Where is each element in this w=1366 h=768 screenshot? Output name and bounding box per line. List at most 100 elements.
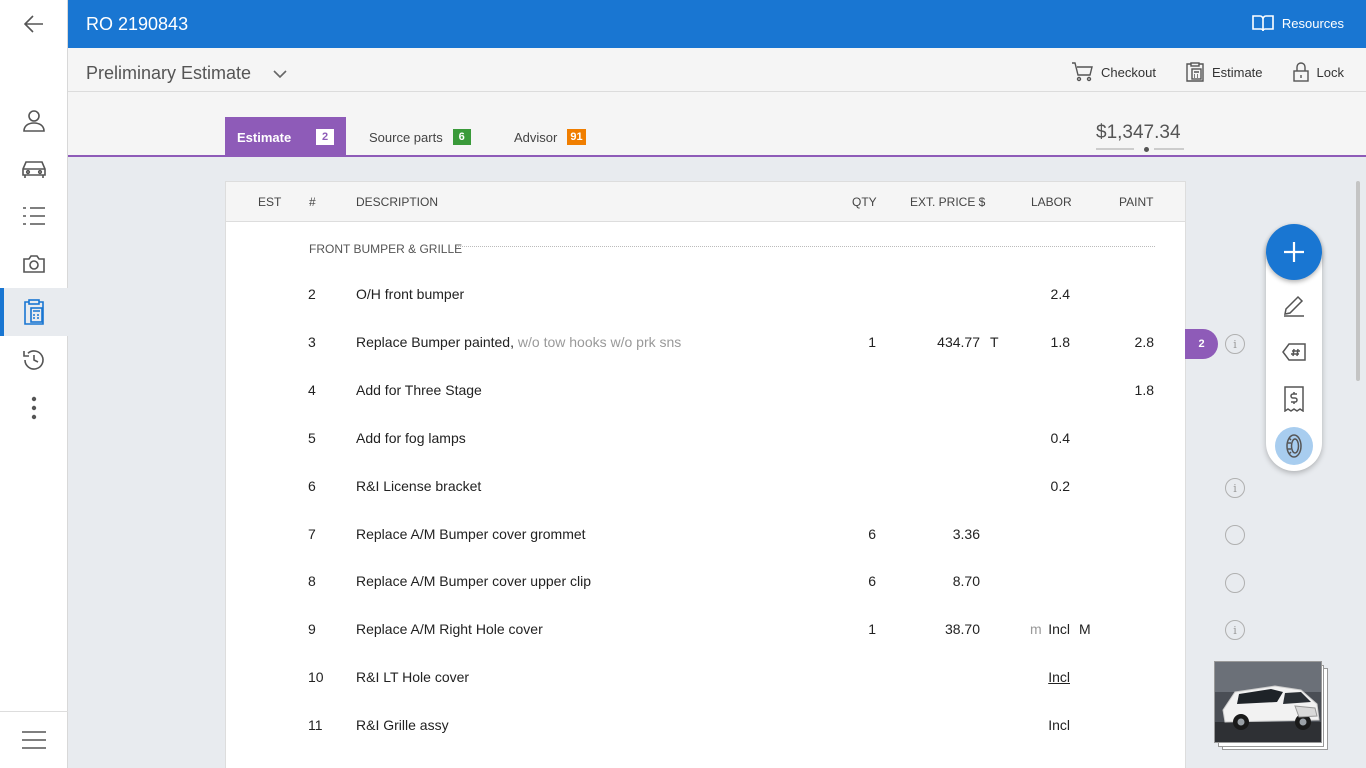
menu-button[interactable]: [0, 716, 68, 764]
select-circle-icon[interactable]: [1225, 525, 1245, 545]
table-row[interactable]: 2 2.4 O/H front bumper: [226, 278, 1185, 326]
pager-segment: [1154, 148, 1184, 150]
line-labor: Incl: [1048, 621, 1070, 637]
resources-label: Resources: [1281, 15, 1344, 31]
line-description: Add for Three Stage: [356, 382, 482, 398]
col-labor[interactable]: LABOR: [1031, 195, 1072, 209]
line-labor: Incl: [1048, 669, 1070, 685]
tab-label: Estimate: [237, 129, 292, 145]
col-num[interactable]: #: [309, 195, 316, 209]
table-row[interactable]: 9 1 38.70 m Incl M Replace A/M Right Hole cove…: [226, 613, 1185, 661]
sidebar-item-estimate[interactable]: [0, 288, 68, 336]
car-icon: [22, 161, 46, 178]
chevron-down-icon: [273, 70, 287, 79]
line-description: O/H front bumper: [356, 286, 464, 302]
line-number: 7: [308, 526, 316, 542]
line-description-main: R&I License bracket: [356, 478, 482, 494]
tab-source-parts[interactable]: Source parts 6: [357, 117, 483, 157]
line-description-main: Add for Three Stage: [356, 382, 482, 398]
col-description[interactable]: DESCRIPTION: [356, 195, 438, 209]
tab-advisor[interactable]: Advisor 91: [502, 117, 598, 157]
line-labor: 0.2: [1050, 478, 1070, 494]
line-description-main: Replace A/M Right Hole cover: [356, 621, 543, 637]
vehicle-photo[interactable]: [1214, 661, 1322, 743]
tab-label: Source parts: [369, 129, 443, 145]
sidebar-more-button[interactable]: [0, 384, 68, 432]
lock-button[interactable]: Lock: [1292, 62, 1344, 82]
line-qty: 6: [868, 526, 876, 542]
tire-button[interactable]: [1275, 427, 1313, 465]
table-row[interactable]: 8 6 8.70 Replace A/M Bumper cover upper cli…: [226, 565, 1185, 613]
line-labor: 1.8: [1050, 334, 1070, 350]
sidebar-item-vehicle[interactable]: [0, 144, 68, 192]
sidebar-item-history[interactable]: [0, 336, 68, 384]
pager-segment: [1096, 148, 1134, 150]
back-arrow-icon: [23, 15, 43, 33]
menu-icon: [22, 731, 46, 749]
line-description: Add for fog lamps: [356, 430, 466, 446]
line-paint: 1.8: [1134, 382, 1154, 398]
add-line-button[interactable]: [1266, 224, 1322, 280]
row-badge[interactable]: 2: [1185, 329, 1218, 359]
table-row[interactable]: 5 0.4 Add for fog lamps: [226, 422, 1185, 470]
checkout-button[interactable]: Checkout: [1071, 62, 1156, 82]
resources-button[interactable]: Resources: [1252, 14, 1344, 32]
info-icon[interactable]: i: [1225, 334, 1245, 354]
total-pager[interactable]: [1096, 147, 1184, 152]
sidebar: [0, 0, 68, 768]
back-button[interactable]: [0, 0, 68, 48]
list-icon: [23, 207, 45, 225]
line-labor: 2.4: [1050, 286, 1070, 302]
user-icon: [23, 110, 45, 132]
part-number-button[interactable]: [1275, 333, 1313, 371]
table-row[interactable]: 3 1 434.77 T 1.8 2.8 Replace Bumper painted, w…: [226, 326, 1185, 374]
line-description-main: Replace A/M Bumper cover grommet: [356, 526, 586, 542]
estimate-selector-label[interactable]: Preliminary Estimate: [86, 63, 251, 84]
section-divider: [456, 246, 1155, 247]
scrollbar[interactable]: [1356, 181, 1360, 381]
page-title: RO 2190843: [86, 14, 189, 34]
sidebar-item-photos[interactable]: [0, 240, 68, 288]
tab-estimate[interactable]: Estimate 2: [225, 117, 346, 157]
price-button[interactable]: [1275, 380, 1313, 418]
vehicle-photo-image: [1215, 662, 1321, 742]
clipboard-calculator-icon: [1186, 62, 1204, 82]
estimate-button[interactable]: Estimate: [1186, 62, 1263, 82]
estimate-selector-dropdown[interactable]: [273, 66, 287, 84]
line-description: Replace A/M Bumper cover upper clip: [356, 573, 591, 589]
line-ext-price: 434.77: [937, 334, 980, 350]
col-ext-price[interactable]: EXT. PRICE $: [910, 195, 985, 209]
line-labor: 0.4: [1050, 430, 1070, 446]
line-description: R&I LT Hole cover: [356, 669, 469, 685]
line-number: 3: [308, 334, 316, 350]
table-row[interactable]: 11 Incl R&I Grille assy: [226, 709, 1185, 757]
sidebar-item-customer[interactable]: [0, 96, 68, 144]
line-ext-price: 38.70: [944, 621, 980, 637]
info-icon[interactable]: i: [1225, 620, 1245, 640]
info-icon[interactable]: i: [1225, 478, 1245, 498]
sidebar-item-list[interactable]: [0, 192, 68, 240]
table-row[interactable]: 4 1.8 Add for Three Stage: [226, 374, 1185, 422]
line-paint: 2.8: [1134, 334, 1154, 350]
estimate-total: $1,347.34: [1096, 122, 1181, 143]
col-qty[interactable]: QTY: [852, 195, 877, 209]
tabs-bar: Estimate 2 Source parts 6 Advisor 91 $1,…: [68, 92, 1366, 157]
sidebar-divider: [0, 711, 68, 712]
table-row[interactable]: 7 6 3.36 Replace A/M Bumper cover grommet: [226, 518, 1185, 566]
table-row[interactable]: 10 Incl R&I LT Hole cover: [226, 661, 1185, 709]
line-ext-price: 8.70: [952, 573, 980, 589]
table-row[interactable]: 6 0.2 R&I License bracket: [226, 470, 1185, 518]
select-circle-icon[interactable]: [1225, 573, 1245, 593]
line-description: R&I License bracket: [356, 478, 481, 494]
tire-icon: [1286, 434, 1302, 458]
line-description: Replace A/M Bumper cover grommet: [356, 526, 586, 542]
subheader: Preliminary Estimate Checkout Estimate L…: [68, 48, 1366, 92]
col-est[interactable]: EST: [258, 195, 281, 209]
col-paint[interactable]: PAINT: [1119, 195, 1153, 209]
line-description: R&I Grille assy: [356, 717, 449, 733]
section-title: FRONT BUMPER & GRILLE: [309, 242, 463, 256]
top-bar: RO 2190843 Resources: [68, 0, 1366, 48]
lock-label: Lock: [1316, 64, 1344, 80]
manual-line-button[interactable]: [1275, 286, 1313, 324]
pager-dot: [1144, 147, 1149, 152]
